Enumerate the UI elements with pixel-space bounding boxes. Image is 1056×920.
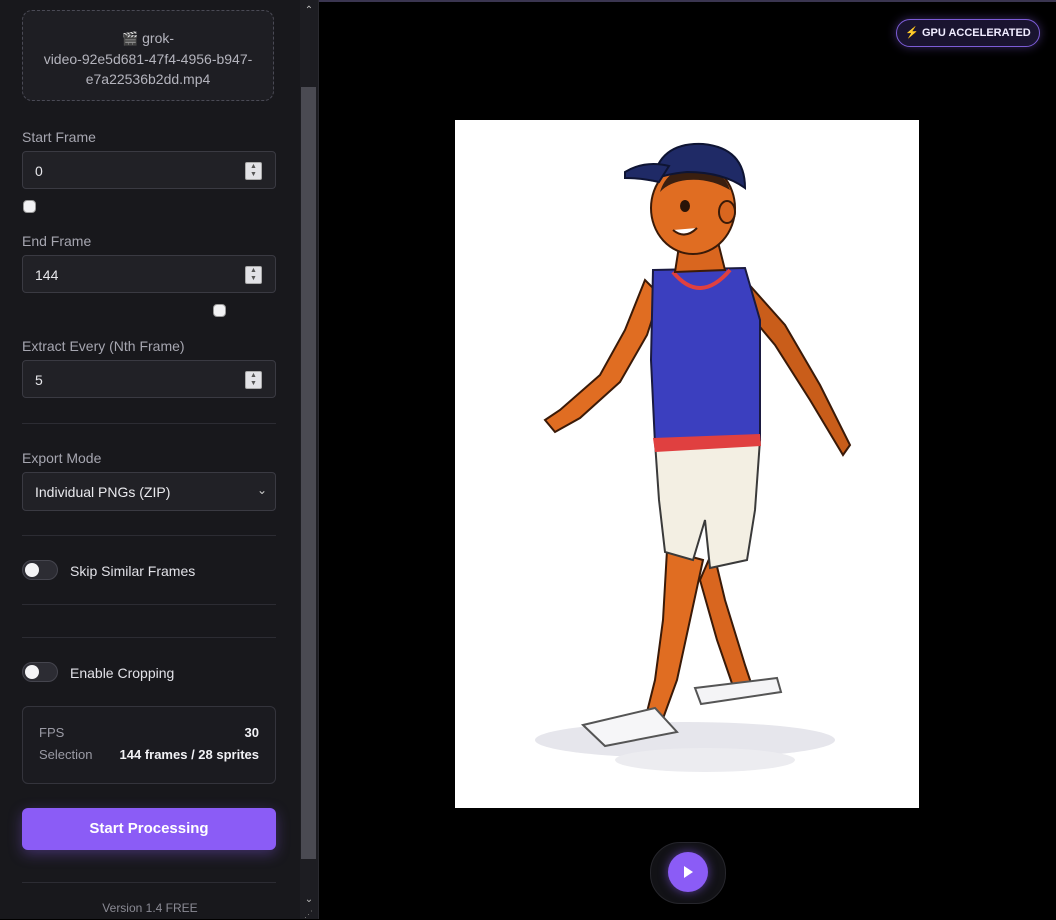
file-name-line2: video-92e5d681-47f4-4956-b947- — [43, 51, 253, 67]
extract-every-stepper[interactable]: ▲ ▼ — [245, 371, 262, 389]
file-name-line3: e7a22536b2dd.mp4 — [85, 71, 211, 87]
export-mode-value: Individual PNGs (ZIP) — [35, 484, 171, 500]
extract-every-label: Extract Every (Nth Frame) — [22, 338, 185, 354]
video-preview — [455, 120, 919, 808]
playback-controls — [650, 842, 726, 904]
divider — [22, 535, 276, 536]
skip-similar-label: Skip Similar Frames — [70, 563, 196, 579]
divider — [22, 882, 276, 883]
divider — [22, 604, 276, 605]
divider — [22, 423, 276, 424]
cropping-toggle[interactable] — [22, 662, 58, 682]
version-text: Version 1.4 FREE — [102, 901, 198, 915]
cropping-label: Enable Cropping — [70, 665, 175, 681]
file-name-line1: grok- — [142, 30, 175, 46]
fps-value: 30 — [244, 725, 259, 740]
start-frame-slider-thumb[interactable] — [23, 200, 36, 213]
toggle-knob — [25, 665, 39, 679]
play-button[interactable] — [668, 852, 708, 892]
end-frame-input[interactable]: 144 ▲ ▼ — [22, 255, 276, 293]
scrollbar-thumb[interactable] — [301, 87, 316, 859]
play-icon — [684, 866, 693, 878]
end-frame-slider-thumb[interactable] — [213, 304, 226, 317]
lightning-icon: ⚡ — [905, 27, 919, 39]
end-frame-stepper[interactable]: ▲ ▼ — [245, 266, 262, 284]
end-frame-label: End Frame — [22, 233, 92, 249]
scroll-down-icon[interactable]: ⌄ — [300, 891, 318, 909]
start-frame-value: 0 — [35, 163, 43, 179]
selection-label: Selection — [39, 747, 93, 762]
divider — [22, 637, 276, 638]
gpu-badge-label: GPU ACCELERATED — [921, 27, 1031, 39]
resize-grip-icon[interactable]: ⋰ — [304, 909, 316, 919]
export-mode-select[interactable]: Individual PNGs (ZIP) ⌄ — [22, 472, 276, 511]
selection-value: 144 frames / 28 sprites — [119, 747, 259, 762]
settings-sidebar: 🎬 grok- video-92e5d681-47f4-4956-b947- e7… — [0, 0, 300, 919]
start-processing-button[interactable]: Start Processing — [22, 808, 276, 850]
start-frame-label: Start Frame — [22, 129, 96, 145]
start-frame-input[interactable]: 0 ▲ ▼ — [22, 151, 276, 189]
start-frame-stepper[interactable]: ▲ ▼ — [245, 162, 262, 180]
file-dropzone[interactable]: 🎬 grok- video-92e5d681-47f4-4956-b947- e7… — [22, 10, 274, 101]
extract-every-value: 5 — [35, 372, 43, 388]
extract-every-input[interactable]: 5 ▲ ▼ — [22, 360, 276, 398]
stats-panel: FPS 30 Selection 144 frames / 28 sprites — [22, 706, 276, 784]
scroll-up-icon[interactable]: ⌃ — [300, 2, 318, 20]
fps-label: FPS — [39, 725, 65, 740]
chevron-down-icon: ⌄ — [256, 483, 267, 497]
gpu-accelerated-badge: ⚡ GPU ACCELERATED — [896, 19, 1040, 47]
export-mode-label: Export Mode — [22, 450, 102, 466]
toggle-knob — [25, 563, 39, 577]
sidebar-scrollbar[interactable]: ⌃ ⌄ ⋰ — [300, 0, 319, 919]
walking-character-illustration — [535, 142, 852, 772]
clapperboard-icon: 🎬 — [121, 31, 139, 46]
skip-similar-toggle[interactable] — [22, 560, 58, 580]
end-frame-value: 144 — [35, 267, 59, 283]
